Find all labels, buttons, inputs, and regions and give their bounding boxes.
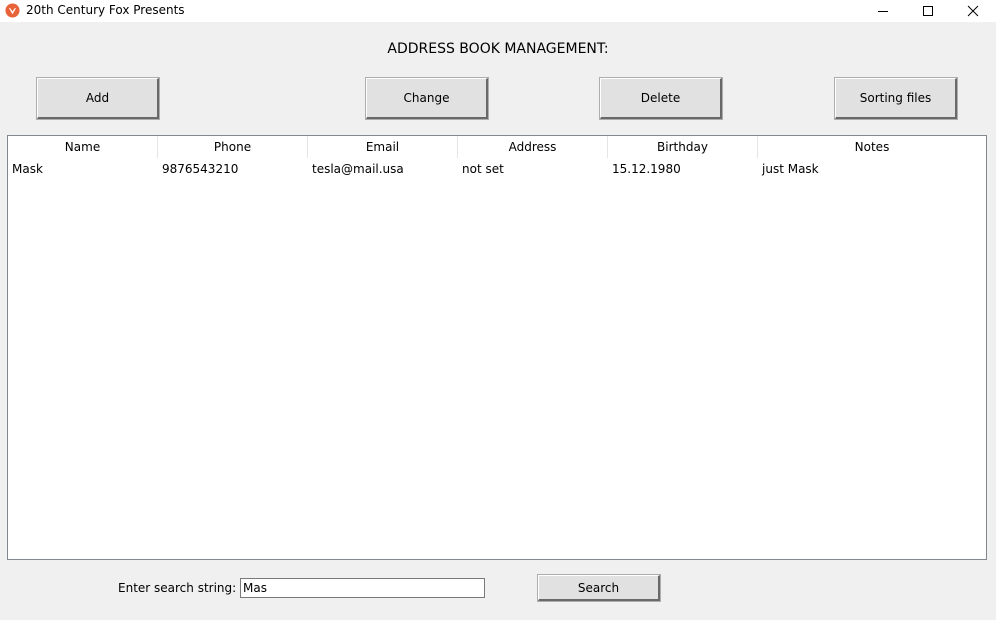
column-header-notes[interactable]: Notes xyxy=(758,136,986,158)
add-button[interactable]: Add xyxy=(36,77,160,120)
search-input[interactable] xyxy=(240,578,485,598)
column-header-name[interactable]: Name xyxy=(8,136,158,158)
table-header: Name Phone Email Address Birthday Notes xyxy=(8,136,986,158)
column-header-address[interactable]: Address xyxy=(458,136,608,158)
search-button[interactable]: Search xyxy=(537,574,661,602)
maximize-button[interactable] xyxy=(905,0,951,22)
page-heading: ADDRESS BOOK MANAGEMENT: xyxy=(387,41,609,57)
column-header-email[interactable]: Email xyxy=(308,136,458,158)
search-label: Enter search string: xyxy=(118,581,237,595)
contacts-table[interactable]: Name Phone Email Address Birthday Notes … xyxy=(7,135,987,560)
column-header-phone[interactable]: Phone xyxy=(158,136,308,158)
minimize-icon xyxy=(878,11,888,12)
delete-button[interactable]: Delete xyxy=(599,77,723,120)
app-icon xyxy=(5,3,20,18)
cell-name: Mask xyxy=(12,162,43,176)
cell-phone: 9876543210 xyxy=(162,162,239,176)
window-title: 20th Century Fox Presents xyxy=(26,3,185,17)
table-row[interactable]: Mask 9876543210 tesla@mail.usa not set 1… xyxy=(8,159,986,179)
change-button[interactable]: Change xyxy=(365,77,489,120)
column-header-birthday[interactable]: Birthday xyxy=(608,136,758,158)
close-icon xyxy=(967,5,979,17)
cell-email: tesla@mail.usa xyxy=(312,162,404,176)
minimize-button[interactable] xyxy=(860,0,906,22)
maximize-icon xyxy=(923,6,933,16)
cell-birthday: 15.12.1980 xyxy=(612,162,681,176)
sorting-files-button[interactable]: Sorting files xyxy=(834,77,958,120)
cell-address: not set xyxy=(462,162,504,176)
cell-notes: just Mask xyxy=(762,162,819,176)
close-button[interactable] xyxy=(950,0,996,22)
title-bar: 20th Century Fox Presents xyxy=(0,0,996,22)
